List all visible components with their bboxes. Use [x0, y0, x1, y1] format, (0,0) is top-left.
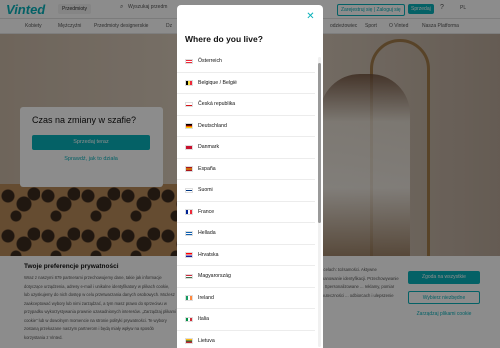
flag-icon — [185, 101, 193, 107]
country-item[interactable]: Suomi — [177, 180, 315, 202]
country-name: Österreich — [198, 58, 222, 65]
country-name: España — [198, 165, 216, 172]
country-name: Suomi — [198, 187, 213, 194]
country-item[interactable]: Belgique / België — [177, 73, 315, 94]
country-modal: ✕ Where do you live? Österreich Belgique … — [177, 5, 323, 348]
flag-icon — [185, 230, 193, 236]
flag-icon — [185, 187, 193, 193]
country-item[interactable]: España — [177, 159, 315, 180]
country-item[interactable]: Hellada — [177, 223, 315, 245]
country-name: Magyarország — [198, 273, 231, 280]
country-item[interactable]: Danmark — [177, 137, 315, 159]
flag-icon — [185, 58, 193, 64]
flag-icon — [185, 144, 193, 150]
country-item[interactable]: Magyarország — [177, 266, 315, 288]
flag-icon — [185, 295, 193, 301]
country-name: Hellada — [198, 230, 216, 237]
country-item[interactable]: Ireland — [177, 288, 315, 309]
country-item[interactable]: Lietuva — [177, 331, 315, 348]
country-name: Belgique / België — [198, 79, 237, 86]
country-name: Hrvatska — [198, 251, 219, 258]
country-name: Ireland — [198, 294, 214, 301]
country-name: France — [198, 208, 215, 215]
country-item[interactable]: Deutschland — [177, 116, 315, 137]
country-item[interactable]: Österreich — [177, 51, 315, 73]
flag-icon — [185, 316, 193, 322]
close-icon[interactable]: ✕ — [305, 12, 316, 23]
country-name: Lietuva — [198, 337, 215, 344]
scrollbar-thumb[interactable] — [318, 63, 321, 223]
country-item[interactable]: France — [177, 202, 315, 223]
flag-icon — [185, 273, 193, 279]
country-name: Deutschland — [198, 122, 227, 129]
country-item[interactable]: Italia — [177, 309, 315, 331]
flag-icon — [185, 166, 193, 172]
flag-icon — [185, 338, 193, 344]
flag-icon — [185, 209, 193, 215]
country-name: Česká republika — [198, 101, 236, 108]
country-item[interactable]: Hrvatska — [177, 245, 315, 266]
country-item[interactable]: Česká republika — [177, 94, 315, 116]
country-list: Österreich Belgique / België Česká republi… — [177, 51, 315, 348]
flag-icon — [185, 123, 193, 129]
flag-icon — [185, 252, 193, 258]
flag-icon — [185, 80, 193, 86]
country-name: Danmark — [198, 144, 220, 151]
country-name: Italia — [198, 316, 209, 323]
modal-title: Where do you live? — [185, 34, 263, 44]
